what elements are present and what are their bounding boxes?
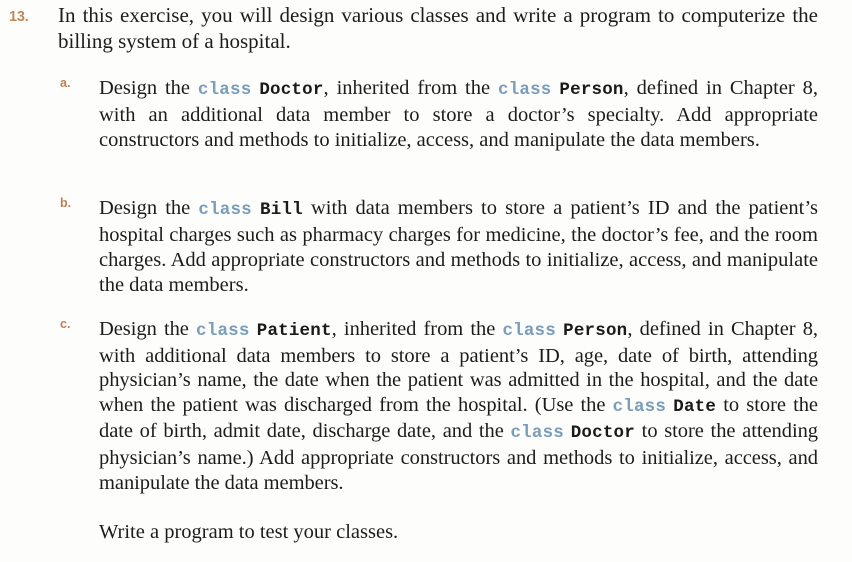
sub-item-c-closing-line: Write a program to test your classes. bbox=[99, 521, 399, 543]
exercise-number: 13. bbox=[9, 9, 29, 25]
exercise-body: In this exercise, you will design variou… bbox=[58, 3, 818, 54]
sub-item-b-text: Design the class Bill with data members … bbox=[99, 197, 818, 296]
exercise-lead-paragraph: In this exercise, you will design variou… bbox=[58, 3, 818, 53]
sub-item-a-marker: a. bbox=[60, 76, 71, 90]
sub-item-a-text: Design the class Doctor, inherited from … bbox=[99, 77, 819, 151]
sub-item-c-text: Design the class Patient, inherited from… bbox=[99, 318, 819, 494]
code-identifier: Person bbox=[563, 321, 628, 341]
code-keyword: class bbox=[197, 80, 252, 100]
code-keyword: class bbox=[498, 80, 552, 100]
code-keyword: class bbox=[502, 321, 556, 341]
code-keyword: class bbox=[196, 321, 250, 341]
code-identifier: Bill bbox=[260, 200, 303, 220]
code-identifier: Patient bbox=[256, 321, 332, 341]
textbook-page: 13. In this exercise, you will design va… bbox=[0, 0, 852, 562]
code-identifier: Person bbox=[559, 80, 624, 100]
code-identifier: Doctor bbox=[259, 80, 324, 100]
clipped-next-paragraph bbox=[99, 553, 818, 562]
code-keyword: class bbox=[612, 396, 667, 417]
sub-item-b-marker: b. bbox=[60, 196, 72, 210]
sub-item-c-marker: c. bbox=[60, 317, 71, 331]
code-keyword: class bbox=[198, 200, 252, 220]
clipped-next-paragraph-text bbox=[99, 553, 818, 562]
code-identifier: Doctor bbox=[570, 423, 635, 444]
code-keyword: class bbox=[510, 423, 564, 444]
code-identifier: Date bbox=[673, 396, 717, 417]
